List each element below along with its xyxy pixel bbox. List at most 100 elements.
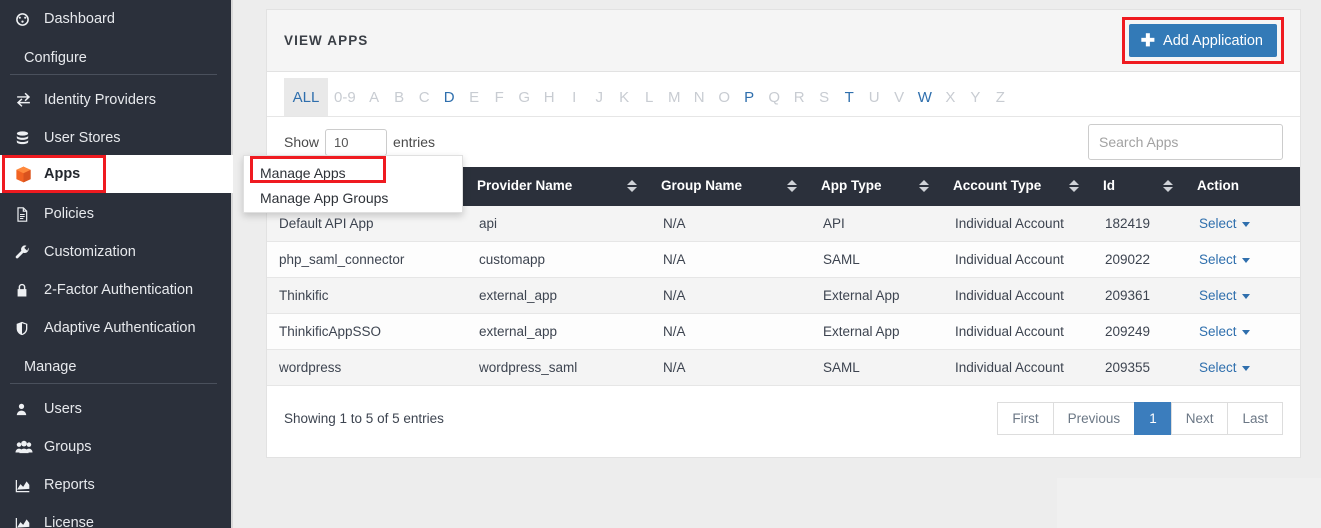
alpha-filter-f[interactable]: F xyxy=(487,78,512,116)
pagination-next[interactable]: Next xyxy=(1170,402,1228,435)
panel-header: VIEW APPS ✚ Add Application xyxy=(267,10,1300,72)
alpha-filter-u[interactable]: U xyxy=(862,78,887,116)
alpha-filter-q[interactable]: Q xyxy=(762,78,787,116)
alpha-filter-c[interactable]: C xyxy=(412,78,437,116)
column-header-account-type[interactable]: Account Type xyxy=(943,167,1093,206)
alpha-filter-k[interactable]: K xyxy=(612,78,637,116)
sidebar-item-adaptive-auth[interactable]: Adaptive Authentication xyxy=(0,309,231,347)
sidebar-item-reports[interactable]: Reports xyxy=(0,466,231,504)
cell-group-name: N/A xyxy=(651,349,811,386)
chevron-down-icon xyxy=(1241,365,1250,371)
alpha-filter-h[interactable]: H xyxy=(537,78,562,116)
table-row: ThinkificAppSSO external_app N/A External A… xyxy=(267,313,1300,350)
alpha-filter-o[interactable]: O xyxy=(712,78,737,116)
alpha-filter-y[interactable]: Y xyxy=(963,78,988,116)
chevron-down-icon xyxy=(1241,329,1250,335)
sidebar-item-policies[interactable]: Policies xyxy=(0,195,231,233)
menu-item-manage-app-groups[interactable]: Manage App Groups xyxy=(244,185,462,210)
sidebar-section-manage: Manage xyxy=(24,359,77,375)
search-input[interactable] xyxy=(1088,124,1283,160)
sidebar-item-label: Dashboard xyxy=(44,11,115,27)
alpha-filter-n[interactable]: N xyxy=(687,78,712,116)
alpha-filter-all[interactable]: ALL xyxy=(284,78,328,116)
cell-app-name: php_saml_connector xyxy=(267,241,467,278)
alpha-filter-g[interactable]: G xyxy=(512,78,537,116)
sidebar-item-apps[interactable]: Apps xyxy=(0,155,233,193)
page-title: VIEW APPS xyxy=(284,33,369,48)
alpha-filter-b[interactable]: B xyxy=(387,78,412,116)
sidebar-item-apps-inner[interactable]: Apps xyxy=(0,155,233,193)
cell-account-type: Individual Account xyxy=(943,277,1093,314)
sidebar-item-2fa[interactable]: 2-Factor Authentication xyxy=(0,271,231,309)
sidebar-item-license[interactable]: License xyxy=(0,504,231,528)
table-row: wordpress wordpress_saml N/A SAML Individual… xyxy=(267,349,1300,386)
alpha-filter-j[interactable]: J xyxy=(587,78,612,116)
alpha-filter-p[interactable]: P xyxy=(737,78,762,116)
sort-toggle-icon[interactable] xyxy=(627,179,637,192)
select-dropdown-link[interactable]: Select xyxy=(1199,252,1237,267)
column-header-group-name[interactable]: Group Name xyxy=(651,167,811,206)
apps-table-body: Default API App api N/A API Individual Accou… xyxy=(267,205,1300,386)
column-header-app-type[interactable]: App Type xyxy=(811,167,943,206)
pagination: First Previous 1 Next Last xyxy=(997,402,1283,435)
alpha-filter-v[interactable]: V xyxy=(887,78,912,116)
page-size-select[interactable]: 10 xyxy=(325,128,388,156)
sort-toggle-icon[interactable] xyxy=(1069,179,1079,192)
select-dropdown-link[interactable]: Select xyxy=(1199,324,1237,339)
sidebar-item-identity-providers[interactable]: Identity Providers xyxy=(0,81,231,119)
cell-action[interactable]: Select xyxy=(1187,349,1300,386)
cell-app-type: SAML xyxy=(811,349,943,386)
add-application-button[interactable]: ✚ Add Application xyxy=(1128,24,1277,57)
sort-toggle-icon[interactable] xyxy=(1163,179,1173,192)
alpha-filter-r[interactable]: R xyxy=(787,78,812,116)
alpha-filter-09[interactable]: 0-9 xyxy=(328,78,362,116)
view-apps-panel: VIEW APPS ✚ Add Application ALL 0-9 A B C D E F… xyxy=(266,9,1301,458)
pagination-1[interactable]: 1 xyxy=(1134,402,1171,435)
alpha-filter-e[interactable]: E xyxy=(462,78,487,116)
sidebar-item-groups[interactable]: Groups xyxy=(0,428,231,466)
cell-id: 209355 xyxy=(1093,349,1187,386)
alpha-filter-l[interactable]: L xyxy=(637,78,662,116)
select-dropdown-link[interactable]: Select xyxy=(1199,360,1237,375)
bottom-placeholder-card xyxy=(1057,478,1321,528)
sidebar-item-customization[interactable]: Customization xyxy=(0,233,231,271)
cell-app-name: ThinkificAppSSO xyxy=(267,313,467,350)
cell-app-type: API xyxy=(811,205,943,242)
column-header-id[interactable]: Id xyxy=(1093,167,1187,206)
cell-app-type: External App xyxy=(811,313,943,350)
cell-account-type: Individual Account xyxy=(943,349,1093,386)
pagination-previous[interactable]: Previous xyxy=(1052,402,1135,435)
cell-action[interactable]: Select xyxy=(1187,313,1300,350)
cell-id: 209361 xyxy=(1093,277,1187,314)
alpha-filter-i[interactable]: I xyxy=(562,78,587,116)
show-label: Show xyxy=(284,134,320,150)
pagination-last[interactable]: Last xyxy=(1227,402,1283,435)
sort-toggle-icon[interactable] xyxy=(919,179,929,192)
sidebar-divider-configure xyxy=(10,74,217,75)
select-dropdown-link[interactable]: Select xyxy=(1199,288,1237,303)
sidebar-item-users[interactable]: Users xyxy=(0,390,231,428)
cell-id: 209022 xyxy=(1093,241,1187,278)
alpha-filter-w[interactable]: W xyxy=(912,78,938,116)
sidebar-item-dashboard[interactable]: Dashboard xyxy=(0,0,231,38)
alpha-filter-z[interactable]: Z xyxy=(988,78,1013,116)
sidebar-item-user-stores[interactable]: User Stores xyxy=(0,119,231,157)
sort-toggle-icon[interactable] xyxy=(787,179,797,192)
cell-action[interactable]: Select xyxy=(1187,241,1300,278)
column-header-action[interactable]: Action xyxy=(1187,167,1300,206)
sidebar-item-label: 2-Factor Authentication xyxy=(44,282,194,298)
alpha-filter-a[interactable]: A xyxy=(362,78,387,116)
alpha-filter-m[interactable]: M xyxy=(662,78,687,116)
chart-icon xyxy=(14,516,44,528)
alpha-filter-t[interactable]: T xyxy=(837,78,862,116)
alpha-filter-s[interactable]: S xyxy=(812,78,837,116)
cell-action[interactable]: Select xyxy=(1187,205,1300,242)
select-dropdown-link[interactable]: Select xyxy=(1199,216,1237,231)
cell-action[interactable]: Select xyxy=(1187,277,1300,314)
pagination-first[interactable]: First xyxy=(997,402,1053,435)
sidebar-item-label: License xyxy=(44,515,94,528)
column-header-provider-name[interactable]: Provider Name xyxy=(467,167,651,206)
menu-item-manage-apps[interactable]: Manage Apps xyxy=(244,160,462,185)
alpha-filter-d[interactable]: D xyxy=(437,78,462,116)
alpha-filter-x[interactable]: X xyxy=(938,78,963,116)
